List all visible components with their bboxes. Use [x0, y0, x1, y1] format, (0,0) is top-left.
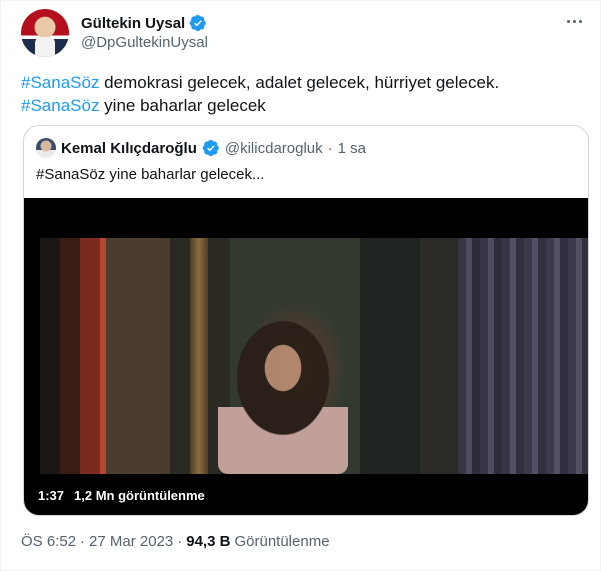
tweet-time[interactable]: ÖS 6:52	[21, 533, 76, 550]
more-dot	[578, 19, 582, 23]
hashtag-link[interactable]: #SanaSöz	[21, 73, 99, 92]
author-handle[interactable]: @DpGultekinUysal	[81, 34, 208, 51]
quoted-author-name[interactable]: Kemal Kılıçdaroğlu	[61, 140, 197, 157]
more-dots-icon[interactable]	[564, 11, 584, 31]
tweet-line-text: yine baharlar gelecek	[99, 96, 266, 115]
video-views: 1,2 Mn görüntülenme	[74, 488, 205, 503]
separator-dot: ·	[327, 139, 333, 157]
quoted-tweet-text: #SanaSöz yine baharlar gelecek...	[36, 166, 265, 183]
views-label: Görüntülenme	[234, 533, 330, 550]
separator-dot: ·	[80, 533, 86, 550]
video-thumbnail[interactable]	[40, 238, 588, 474]
video-player[interactable]: 1:37 1,2 Mn görüntülenme	[24, 198, 588, 515]
verified-badge-icon	[189, 14, 207, 32]
tweet-line-1: #SanaSöz demokrasi gelecek, adalet gelec…	[21, 71, 581, 94]
tweet-card[interactable]: Gültekin Uysal @DpGultekinUysal #SanaSöz…	[0, 0, 601, 571]
author-avatar[interactable]	[21, 9, 69, 57]
quoted-author-avatar[interactable]	[36, 138, 56, 158]
quoted-tweet-header: Kemal Kılıçdaroğlu @kilicdarogluk · 1 sa	[36, 138, 366, 158]
thumbnail-girl-figure	[218, 298, 348, 474]
quoted-time[interactable]: 1 sa	[338, 140, 366, 157]
thumbnail-curtain-rod	[190, 238, 208, 474]
video-duration: 1:37	[38, 488, 65, 503]
views-count: 94,3 B	[186, 533, 231, 550]
author-name-row[interactable]: Gültekin Uysal	[81, 12, 207, 34]
tweet-date[interactable]: 27 Mar 2023	[89, 533, 173, 550]
video-stats: 1:37 1,2 Mn görüntülenme	[38, 488, 205, 503]
tweet-text: #SanaSöz demokrasi gelecek, adalet gelec…	[21, 71, 581, 117]
tweet-meta: ÖS 6:52 · 27 Mar 2023 · 94,3 B Görüntüle…	[21, 533, 330, 550]
quoted-author-handle[interactable]: @kilicdarogluk	[225, 140, 323, 157]
tweet-line-2: #SanaSöz yine baharlar gelecek	[21, 94, 581, 117]
quoted-tweet[interactable]: Kemal Kılıçdaroğlu @kilicdarogluk · 1 sa…	[23, 125, 589, 516]
more-dot	[572, 19, 576, 23]
verified-badge-icon	[202, 139, 219, 157]
thumbnail-curtain	[458, 238, 588, 474]
separator-dot: ·	[177, 533, 183, 550]
hashtag-link[interactable]: #SanaSöz	[21, 96, 99, 115]
more-dot	[566, 19, 570, 23]
author-name[interactable]: Gültekin Uysal	[81, 15, 185, 32]
tweet-line-text: demokrasi gelecek, adalet gelecek, hürri…	[99, 73, 500, 92]
